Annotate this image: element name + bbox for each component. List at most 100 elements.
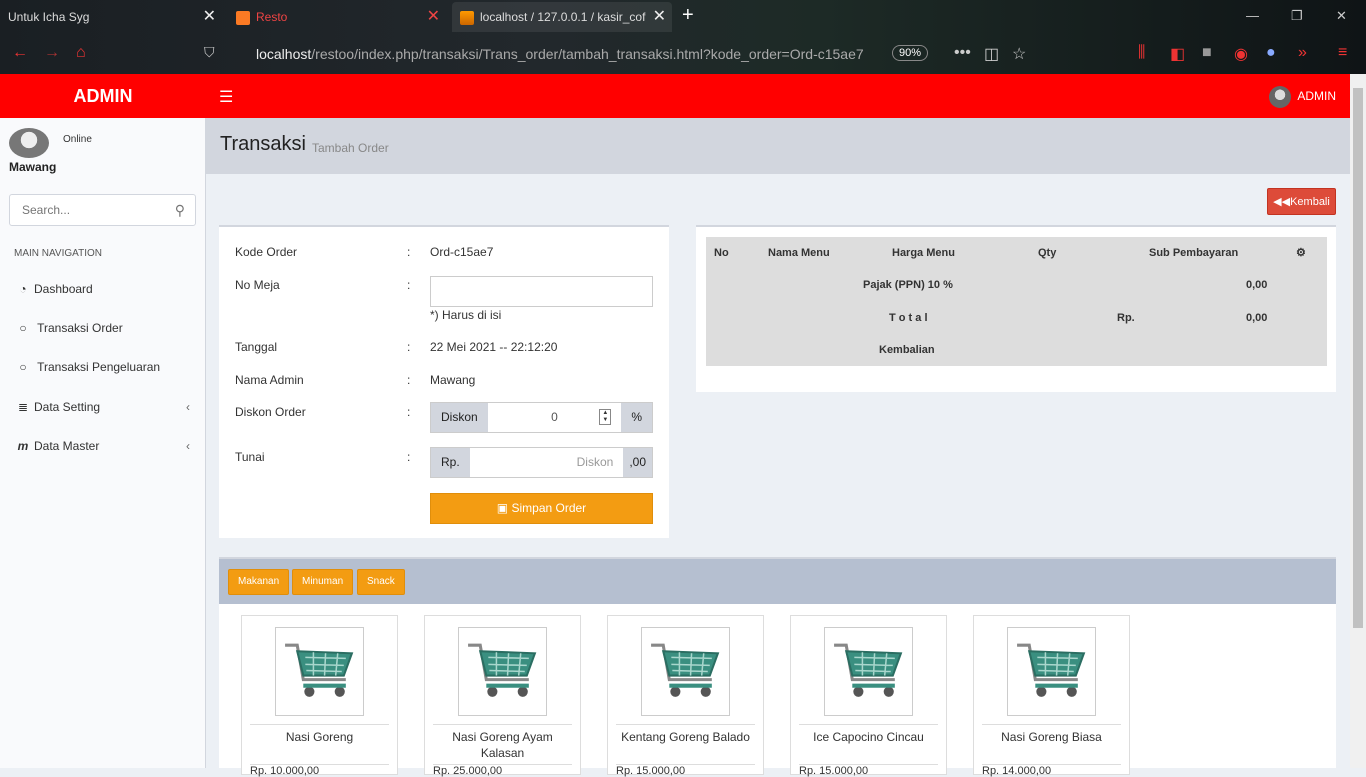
extension-icon[interactable]: ●: [1266, 44, 1276, 62]
phpmyadmin-icon: [460, 10, 474, 25]
header-user-name: ADMIN: [1297, 89, 1336, 103]
master-icon: m: [17, 439, 29, 453]
category-button-minuman[interactable]: Minuman: [292, 569, 354, 595]
minimize-icon[interactable]: —: [1246, 8, 1259, 23]
close-tab-icon[interactable]: ✕: [427, 2, 440, 32]
menu-item-card[interactable]: Nasi Goreng Ayam Kalasan Rp. 25.000,00: [424, 615, 581, 777]
shopping-cart-icon: [641, 627, 730, 716]
browser-tab[interactable]: Resto ✕: [228, 2, 446, 32]
library-icon[interactable]: ⫼: [1138, 44, 1145, 62]
order-summary: No Nama Menu Harga Menu Qty Sub Pembayar…: [696, 225, 1336, 392]
tax-label: Pajak (PPN) 10 %: [863, 279, 953, 291]
sidebar-item-transaksi-pengeluaran[interactable]: ○ Transaksi Pengeluaran: [16, 360, 194, 374]
overflow-icon[interactable]: »: [1298, 44, 1307, 62]
discount-input-group: Diskon 0 ▲ ▼ %: [430, 402, 653, 433]
menu-icon[interactable]: ≡: [1338, 44, 1347, 62]
pocket-icon[interactable]: ◫: [984, 44, 999, 64]
sidebar-item-dashboard[interactable]: ◔ Dashboard: [16, 282, 194, 296]
tab-title: localhost / 127.0.0.1 / kasir_cof: [480, 10, 646, 24]
menu-item-card[interactable]: Kentang Goreng Balado Rp. 15.000,00: [607, 615, 764, 777]
colon: :: [407, 373, 411, 387]
search-icon[interactable]: ⚲: [175, 202, 185, 219]
user-status: Online: [63, 134, 92, 145]
user-menu[interactable]: ADMIN: [1269, 85, 1336, 108]
shield-icon[interactable]: ⛉: [204, 44, 215, 61]
zoom-level[interactable]: 90%: [892, 45, 929, 61]
category-button-makanan[interactable]: Makanan: [228, 569, 290, 595]
sidebar: Online Mawang ⚲ MAIN NAVIGATION ◔ Dashboa…: [0, 118, 206, 768]
close-tab-icon[interactable]: ✕: [203, 2, 216, 32]
menu-item-name: Kentang Goreng Balado: [616, 724, 755, 745]
address-bar[interactable]: localhost/restoo/index.php/transaksi/Tra…: [228, 40, 938, 68]
column-header: Sub Pembayaran: [1149, 247, 1239, 259]
table-number-input[interactable]: [430, 276, 653, 307]
browser-chrome: Untuk Icha Syg ✕ Resto ✕ localhost / 127…: [0, 0, 1366, 74]
order-table: No Nama Menu Harga Menu Qty Sub Pembayar…: [706, 237, 1327, 366]
sidebar-item-label: Data Setting: [34, 400, 101, 414]
extension-icon[interactable]: ■: [1202, 44, 1212, 62]
back-button[interactable]: ◀◀Kembali: [1267, 188, 1336, 215]
menu-item-name: Ice Capocino Cincau: [799, 724, 938, 745]
total-value: 0,00: [1246, 312, 1268, 324]
forward-icon[interactable]: →: [44, 44, 60, 62]
menu-item-name: Nasi Goreng: [250, 724, 389, 745]
browser-tab[interactable]: Untuk Icha Syg ✕: [0, 2, 222, 32]
hamburger-icon[interactable]: ☰: [219, 87, 233, 107]
number-stepper-icon[interactable]: ▲ ▼: [599, 409, 612, 425]
page-title: Transaksi: [220, 133, 306, 155]
sidebar-icon[interactable]: ◧: [1170, 44, 1185, 64]
scrollbar-thumb[interactable]: [1353, 88, 1363, 628]
page-scrollbar[interactable]: [1350, 74, 1366, 768]
date-value: 22 Mei 2021 -- 22:12:20: [430, 340, 558, 354]
restore-icon[interactable]: ❐: [1291, 8, 1303, 24]
content-header: Transaksi Tambah Order: [206, 118, 1350, 174]
percent-addon: %: [621, 403, 652, 432]
discount-value: 0: [551, 410, 558, 424]
back-icon[interactable]: ←: [12, 44, 28, 62]
change-label: Kembalian: [879, 344, 935, 356]
menu-item-price: Rp. 15.000,00: [799, 764, 938, 777]
sidebar-search: ⚲: [9, 194, 196, 226]
sidebar-item-label: Transaksi Pengeluaran: [37, 360, 161, 374]
gear-icon[interactable]: ⚙: [1296, 246, 1306, 259]
xampp-icon: [236, 10, 250, 25]
url-path: /restoo/index.php/transaksi/Trans_order/…: [311, 46, 864, 62]
menu-item-card[interactable]: Ice Capocino Cincau Rp. 15.000,00: [790, 615, 947, 777]
menu-item-card[interactable]: Nasi Goreng Biasa Rp. 14.000,00: [973, 615, 1130, 777]
colon: :: [407, 340, 411, 354]
field-label: Kode Order: [235, 245, 298, 259]
sidebar-item-transaksi-order[interactable]: ○ Transaksi Order: [16, 321, 194, 335]
total-label: T o t a l: [889, 312, 928, 324]
shopping-cart-icon: [275, 627, 364, 716]
required-hint: *) Harus di isi: [430, 308, 502, 322]
discount-input[interactable]: 0 ▲ ▼: [487, 403, 622, 432]
sidebar-item-data-master[interactable]: m Data Master ‹: [16, 439, 194, 453]
back-button-label: Kembali: [1290, 196, 1330, 208]
bookmark-star-icon[interactable]: ☆: [1012, 44, 1026, 64]
shopping-cart-icon: [1007, 627, 1096, 716]
tab-strip: Untuk Icha Syg ✕ Resto ✕ localhost / 127…: [0, 0, 1366, 34]
nav-toolbar: ← → ⌂ ⛉ localhost/restoo/index.php/trans…: [0, 38, 1366, 70]
search-input[interactable]: [10, 195, 160, 225]
menu-item-name: Nasi Goreng Ayam Kalasan: [433, 724, 572, 761]
category-button-snack[interactable]: Snack: [357, 569, 405, 595]
field-label: Diskon Order: [235, 405, 306, 419]
menu-item-card[interactable]: Nasi Goreng Rp. 10.000,00: [241, 615, 398, 777]
dashboard-icon: ◔: [19, 282, 27, 296]
brand-logo[interactable]: ADMIN: [0, 74, 206, 118]
more-icon[interactable]: •••: [954, 44, 971, 62]
new-tab-icon[interactable]: +: [682, 4, 694, 27]
home-icon[interactable]: ⌂: [76, 44, 86, 62]
close-window-icon[interactable]: ✕: [1336, 8, 1347, 24]
page-subtitle: Tambah Order: [312, 141, 389, 155]
total-currency: Rp.: [1117, 312, 1135, 324]
cash-input[interactable]: Diskon: [469, 448, 624, 477]
circle-icon: ○: [19, 360, 27, 374]
save-order-button[interactable]: ▣ Simpan Order: [430, 493, 653, 524]
menu-item-price: Rp. 15.000,00: [616, 764, 755, 777]
account-icon[interactable]: ◉: [1234, 44, 1248, 64]
browser-tab-active[interactable]: localhost / 127.0.0.1 / kasir_cof ✕: [452, 2, 672, 32]
colon: :: [407, 405, 411, 419]
sidebar-item-data-setting[interactable]: ≣ Data Setting ‹: [16, 400, 194, 414]
close-tab-icon[interactable]: ✕: [653, 2, 666, 32]
